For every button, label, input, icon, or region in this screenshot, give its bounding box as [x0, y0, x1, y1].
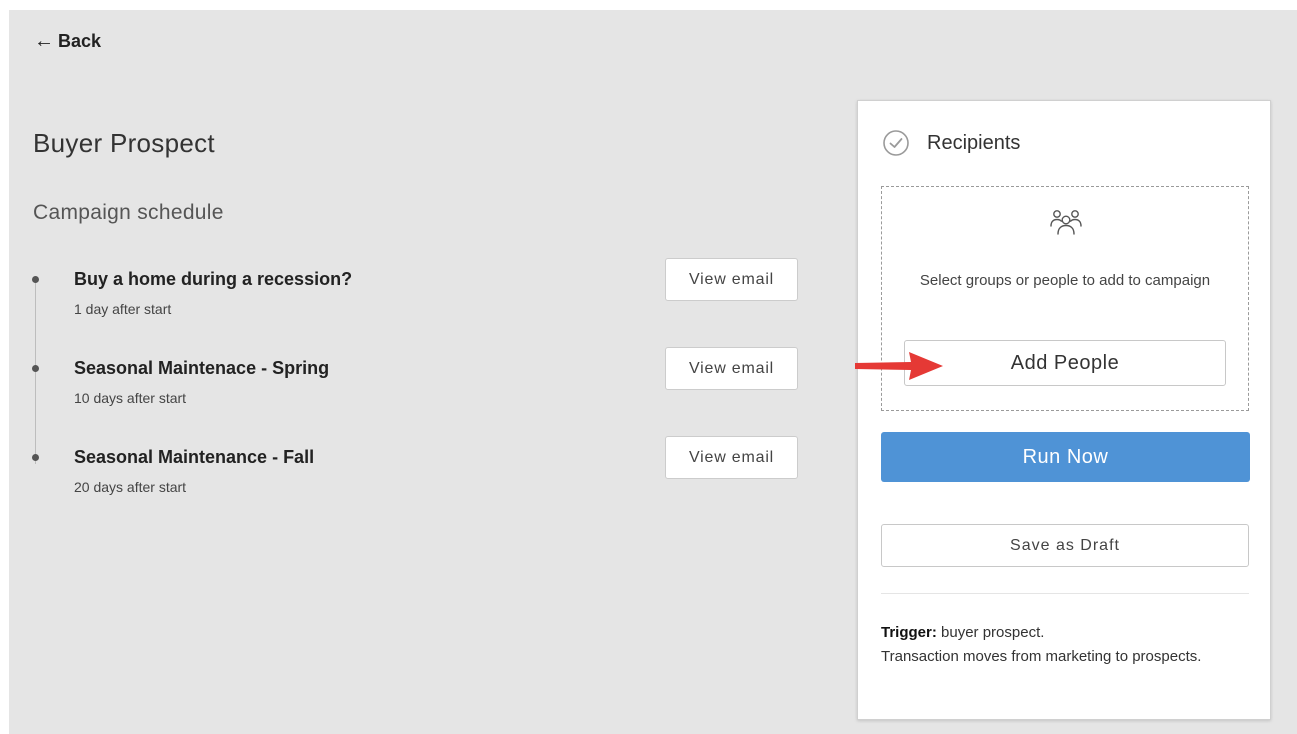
back-arrow-icon: ←	[34, 30, 54, 52]
timeline-dot	[32, 454, 39, 461]
page-title: Buyer Prospect	[33, 128, 215, 158]
schedule-step: Seasonal Maintenace - Spring 10 days aft…	[9, 347, 809, 418]
save-draft-button[interactable]: Save as Draft	[881, 524, 1249, 567]
panel-title: Recipients	[927, 131, 1021, 154]
group-icon	[1050, 210, 1082, 235]
page-background: ← Back Buyer Prospect Campaign schedule …	[9, 10, 1297, 734]
trigger-detail: Transaction moves from marketing to pros…	[881, 648, 1202, 665]
divider	[881, 593, 1249, 594]
schedule-step: Buy a home during a recession? 1 day aft…	[9, 258, 809, 329]
trigger-label: Trigger:	[881, 624, 937, 641]
recipients-panel: Recipients Select groups or people to ad…	[857, 100, 1271, 720]
step-delay: 20 days after start	[74, 479, 187, 495]
add-people-button[interactable]: Add People	[904, 340, 1226, 386]
view-email-button[interactable]: View email	[665, 258, 798, 301]
step-title: Seasonal Maintenance - Fall	[74, 447, 315, 467]
select-prompt: Select groups or people to add to campai…	[919, 272, 1211, 289]
step-title: Seasonal Maintenace - Spring	[74, 358, 330, 378]
step-title: Buy a home during a recession?	[74, 269, 353, 289]
view-email-button[interactable]: View email	[665, 436, 798, 479]
back-label: Back	[58, 31, 102, 51]
check-circle-icon	[883, 130, 909, 156]
schedule-heading: Campaign schedule	[33, 201, 224, 224]
step-delay: 10 days after start	[74, 390, 187, 406]
trigger-info: Trigger: buyer prospect. Transaction mov…	[881, 621, 1221, 669]
timeline-dot	[32, 276, 39, 283]
trigger-value: buyer prospect.	[936, 624, 1045, 641]
run-now-button[interactable]: Run Now	[881, 432, 1250, 482]
back-link[interactable]: ← Back	[34, 30, 101, 53]
step-delay: 1 day after start	[74, 301, 172, 317]
timeline-dot	[32, 365, 39, 372]
panel-header: Recipients	[882, 129, 1020, 157]
view-email-button[interactable]: View email	[665, 347, 798, 390]
red-arrow-icon	[855, 352, 943, 380]
schedule-step: Seasonal Maintenance - Fall 20 days afte…	[9, 436, 809, 507]
